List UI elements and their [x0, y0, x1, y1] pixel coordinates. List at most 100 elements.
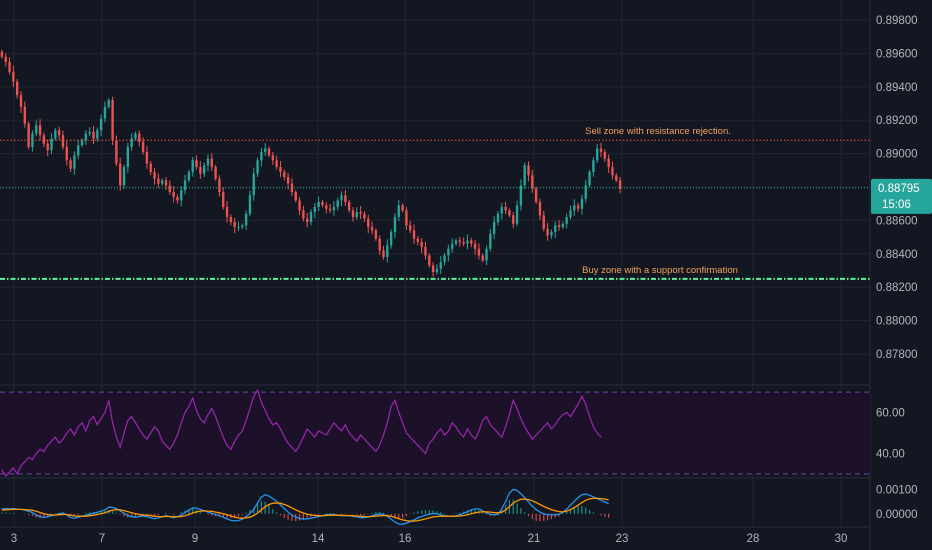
- candle-body[interactable]: [485, 248, 488, 261]
- candle-body[interactable]: [96, 130, 99, 139]
- candle-body[interactable]: [27, 123, 30, 147]
- candle-body[interactable]: [534, 188, 538, 203]
- candle-body[interactable]: [229, 217, 233, 223]
- candle-body[interactable]: [351, 210, 355, 218]
- candle-body[interactable]: [492, 222, 496, 234]
- candle-body[interactable]: [512, 215, 515, 224]
- candle-body[interactable]: [554, 225, 557, 233]
- candle-body[interactable]: [73, 155, 76, 169]
- candle-body[interactable]: [65, 146, 68, 161]
- candle-body[interactable]: [187, 171, 191, 181]
- candle-body[interactable]: [294, 192, 297, 201]
- candle-body[interactable]: [363, 213, 366, 219]
- candle-body[interactable]: [431, 265, 435, 273]
- candle-body[interactable]: [141, 141, 145, 152]
- candle-body[interactable]: [328, 208, 332, 211]
- candle-body[interactable]: [42, 135, 46, 144]
- candle-body[interactable]: [283, 171, 286, 177]
- candle-body[interactable]: [252, 173, 255, 196]
- candle-body[interactable]: [596, 148, 599, 161]
- candle-body[interactable]: [416, 238, 420, 243]
- candle-body[interactable]: [439, 262, 442, 269]
- candle-body[interactable]: [458, 240, 462, 243]
- candle-body[interactable]: [279, 166, 282, 172]
- candle-body[interactable]: [378, 238, 381, 251]
- candle-body[interactable]: [19, 95, 23, 107]
- candle-body[interactable]: [515, 205, 519, 224]
- candle-body[interactable]: [122, 166, 126, 186]
- candle-body[interactable]: [527, 165, 530, 176]
- candle-body[interactable]: [180, 190, 183, 201]
- candle-body[interactable]: [88, 131, 91, 134]
- candle-body[interactable]: [206, 158, 210, 166]
- candle-body[interactable]: [218, 178, 221, 192]
- candle-body[interactable]: [244, 213, 248, 226]
- candle-body[interactable]: [367, 218, 370, 228]
- candle-body[interactable]: [347, 202, 351, 211]
- candle-body[interactable]: [271, 155, 275, 161]
- candle-body[interactable]: [336, 200, 339, 208]
- candle-body[interactable]: [260, 151, 263, 161]
- candle-body[interactable]: [542, 215, 545, 229]
- candle-body[interactable]: [225, 207, 229, 218]
- candle-body[interactable]: [0, 51, 4, 57]
- candle-body[interactable]: [119, 163, 122, 186]
- candle-body[interactable]: [374, 230, 378, 239]
- candle-body[interactable]: [355, 212, 358, 218]
- candle-body[interactable]: [538, 202, 542, 216]
- candle-body[interactable]: [222, 192, 225, 208]
- candle-body[interactable]: [428, 255, 431, 266]
- candle-body[interactable]: [111, 100, 114, 141]
- candle-body[interactable]: [481, 255, 484, 261]
- candle-body[interactable]: [99, 118, 103, 131]
- candle-body[interactable]: [309, 212, 313, 223]
- candle-body[interactable]: [23, 106, 26, 124]
- candle-body[interactable]: [172, 192, 175, 198]
- candle-body[interactable]: [576, 205, 580, 209]
- candle-body[interactable]: [199, 166, 202, 174]
- candle-body[interactable]: [412, 230, 416, 239]
- trading-chart[interactable]: Sell zone with resistance rejection. Buy…: [0, 0, 932, 550]
- candle-body[interactable]: [508, 210, 511, 216]
- candle-body[interactable]: [401, 205, 404, 211]
- candle-body[interactable]: [462, 242, 465, 244]
- candle-body[interactable]: [451, 243, 454, 249]
- candle-body[interactable]: [573, 205, 576, 211]
- candle-body[interactable]: [588, 171, 591, 186]
- candle-body[interactable]: [157, 178, 160, 184]
- candle-body[interactable]: [454, 240, 458, 244]
- candle-body[interactable]: [340, 195, 343, 201]
- candle-body[interactable]: [603, 151, 607, 159]
- candle-body[interactable]: [435, 268, 439, 273]
- resistance-annotation[interactable]: Sell zone with resistance rejection.: [585, 126, 731, 137]
- candle-body[interactable]: [618, 180, 622, 189]
- candle-body[interactable]: [107, 100, 110, 107]
- candle-body[interactable]: [447, 248, 450, 256]
- candle-body[interactable]: [405, 210, 408, 226]
- candle-body[interactable]: [77, 145, 80, 156]
- candle-body[interactable]: [12, 71, 15, 82]
- candle-body[interactable]: [214, 166, 217, 179]
- candle-body[interactable]: [275, 160, 278, 167]
- candle-body[interactable]: [489, 233, 492, 249]
- candle-body[interactable]: [344, 195, 347, 203]
- candle-body[interactable]: [393, 217, 397, 233]
- candle-body[interactable]: [500, 207, 503, 214]
- candle-body[interactable]: [386, 245, 389, 258]
- candle-body[interactable]: [183, 180, 187, 191]
- candle-body[interactable]: [370, 227, 374, 231]
- candle-body[interactable]: [298, 200, 301, 211]
- candle-body[interactable]: [359, 212, 362, 214]
- candle-body[interactable]: [599, 148, 603, 152]
- candle-body[interactable]: [496, 213, 500, 223]
- candle-body[interactable]: [160, 180, 164, 184]
- candle-body[interactable]: [504, 207, 507, 211]
- candle-body[interactable]: [237, 227, 240, 229]
- candle-body[interactable]: [195, 160, 198, 167]
- candle-body[interactable]: [473, 243, 477, 249]
- candle-body[interactable]: [470, 240, 473, 244]
- candle-body[interactable]: [84, 133, 88, 141]
- candle-body[interactable]: [424, 247, 427, 256]
- candle-body[interactable]: [134, 133, 137, 139]
- candle-body[interactable]: [409, 225, 412, 231]
